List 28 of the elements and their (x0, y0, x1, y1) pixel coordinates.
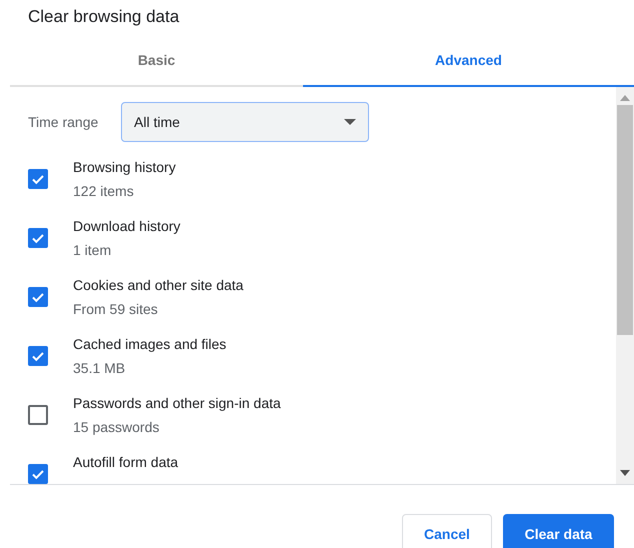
tab[interactable]: Basic (10, 35, 303, 87)
scrollbar[interactable] (616, 87, 634, 484)
checkbox[interactable] (28, 228, 48, 248)
checkbox[interactable] (28, 346, 48, 366)
option-detail: 122 items (73, 182, 135, 200)
caret-icon (344, 119, 356, 125)
time-range-label: Time range (28, 114, 100, 130)
clear-data-button[interactable]: Clear data (503, 514, 614, 548)
tab[interactable]: Advanced (303, 35, 634, 87)
cancel-button[interactable]: Cancel (402, 514, 492, 548)
option-label: Browsing history (73, 158, 176, 176)
option-label: Autofill form data (73, 453, 178, 471)
checkbox[interactable] (28, 287, 48, 307)
checkbox[interactable] (28, 464, 48, 484)
option-label: Passwords and other sign-in data (73, 394, 281, 412)
option-detail: 15 passwords (73, 418, 160, 436)
checkbox[interactable] (28, 169, 48, 189)
option-detail: From 59 sites (73, 300, 159, 318)
option-label: Cookies and other site data (73, 276, 244, 294)
scroll-down-icon[interactable] (620, 470, 630, 476)
checkbox[interactable] (28, 405, 48, 425)
option-detail: 35.1 MB (73, 359, 126, 377)
dialog-title: Clear browsing data (27, 6, 180, 28)
option-label: Download history (73, 217, 180, 235)
scroll-up-icon[interactable] (620, 95, 630, 101)
option-detail: 1 item (73, 241, 112, 259)
time-range-dropdown[interactable]: All time (121, 102, 369, 142)
option-label: Cached images and files (73, 335, 226, 353)
